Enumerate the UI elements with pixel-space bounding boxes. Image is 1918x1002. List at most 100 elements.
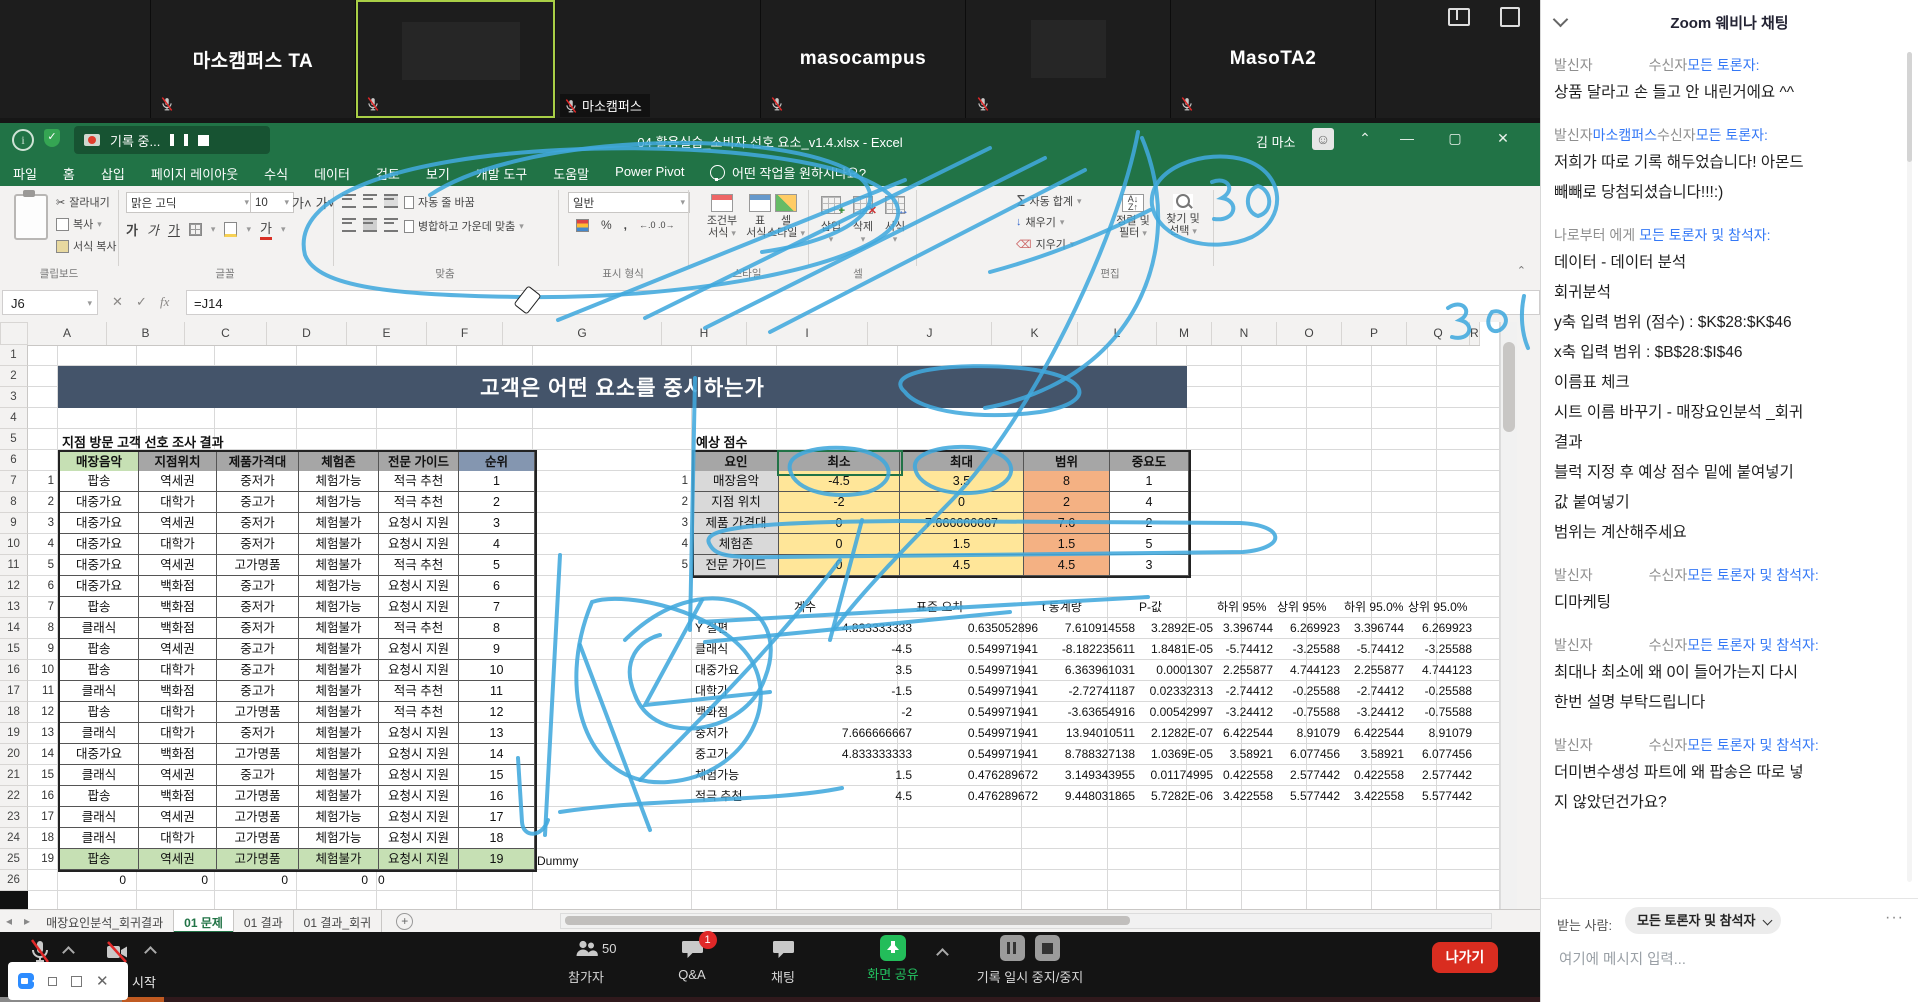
row-index: 13: [28, 723, 54, 744]
sheet-nav-left-icon[interactable]: ◂: [0, 910, 18, 933]
sheet-tab[interactable]: 01 결과: [234, 910, 294, 933]
copy-button[interactable]: 복사 ▾: [56, 216, 102, 232]
camera-options-caret[interactable]: [144, 946, 157, 959]
horizontal-scrollbar[interactable]: [560, 913, 1492, 929]
fill-button[interactable]: ↓채우기▾: [1016, 214, 1064, 230]
row-index: 6: [28, 576, 54, 597]
cut-button[interactable]: ✂잘라내기: [56, 194, 110, 210]
enter-icon[interactable]: ✓: [136, 294, 147, 310]
cell: 0.01174995: [1135, 765, 1213, 786]
tellme-box[interactable]: 어떤 작업을 원하시나요?: [700, 158, 876, 186]
sheet-tab[interactable]: 01 결과_회귀: [294, 910, 383, 933]
find-select-button[interactable]: 찾기 및 선택 ▾: [1158, 194, 1208, 237]
fx-icon[interactable]: fx: [160, 294, 169, 310]
close-icon[interactable]: ✕: [96, 972, 109, 990]
screen-share-button[interactable]: 화면 공유: [858, 935, 928, 983]
font-size-select[interactable]: 10▾: [250, 192, 294, 213]
chat-message[interactable]: 발신자마소캠퍼스수신자모든 토론자: 저희가 따로 기록 해두었습니다! 아몬드…: [1554, 122, 1902, 208]
number-format-select[interactable]: 일반▾: [568, 192, 690, 213]
video-tile-masocampus-ta[interactable]: 마소캠퍼스 TA: [151, 0, 356, 118]
chat-message[interactable]: 발신자수신자모든 토론자: 상품 달라고 손 들고 안 내린거에요 ^^: [1554, 52, 1902, 108]
paste-button[interactable]: [14, 194, 48, 240]
video-tile-empty-2[interactable]: [966, 0, 1171, 118]
chat-message[interactable]: 발신자수신자모든 토론자 및 참석자: 최대나 최소에 왜 0이 들어가는지 다…: [1554, 632, 1902, 718]
row-headers[interactable]: 1234567891011121314151617181920212223242…: [0, 345, 28, 891]
ribbon-tab[interactable]: Power Pivot: [602, 158, 697, 186]
column-headers[interactable]: ABCDEFGHIJKLMNOPQR: [28, 322, 1480, 346]
vertical-scrollbar[interactable]: [1500, 322, 1518, 909]
chat-message[interactable]: 발신자수신자모든 토론자 및 참석자: 더미변수생성 파트에 왜 팝송은 따로 …: [1554, 732, 1902, 818]
vertical-align-buttons[interactable]: [342, 194, 398, 208]
preference-table-body[interactable]: 팝송역세권중저가체험가능적극 추천1대중가요대학가중고가체험가능적극 추천2대중…: [58, 471, 537, 872]
grow-font-button[interactable]: 가˄가˅: [292, 193, 335, 212]
cell-styles-button[interactable]: 셀 스타일 ▾: [758, 194, 814, 239]
number-format-buttons[interactable]: %,←.0 .0→: [576, 218, 675, 232]
close-button[interactable]: ✕: [1488, 130, 1518, 147]
ribbon-tab[interactable]: 홈: [50, 158, 88, 186]
floating-mini-window[interactable]: ✕: [8, 962, 128, 1000]
chat-message-input[interactable]: [1557, 951, 1891, 969]
delete-cells-button[interactable]: ✕삭제▾: [846, 196, 880, 245]
qa-button[interactable]: 1 Q&A: [666, 937, 718, 982]
restore-icon[interactable]: [71, 976, 82, 987]
ribbon-tab[interactable]: 데이터: [301, 158, 363, 186]
recording-controls[interactable]: 기록 일시 중지/중지: [955, 935, 1105, 986]
minimize-button[interactable]: —: [1392, 130, 1422, 146]
avatar[interactable]: ☺: [1312, 128, 1334, 150]
ribbon-tab[interactable]: 수식: [251, 158, 301, 186]
autosum-button[interactable]: Σ자동 합계▾: [1016, 192, 1082, 210]
chat-scrollbar[interactable]: [1907, 52, 1912, 882]
video-placeholder-box: [1031, 20, 1106, 78]
font-name-select[interactable]: 맑은 고딕▾: [126, 192, 254, 213]
sheet-tab-active[interactable]: 01 문제: [174, 910, 234, 933]
score-table-body[interactable]: 매장음악-4.53.581지점 위치-2024제품 가격대07.66666666…: [692, 471, 1191, 578]
video-tile-masota2[interactable]: MasoTA2: [1171, 0, 1376, 118]
video-tile-empty[interactable]: [0, 0, 151, 118]
video-tile-active-speaker[interactable]: [356, 0, 555, 118]
font-style-buttons[interactable]: 가가가 ▾ ▾ 가▾: [126, 218, 285, 240]
more-options-icon[interactable]: ···: [1885, 909, 1904, 927]
account-name[interactable]: 김 마소: [1256, 132, 1296, 151]
pause-recording-button[interactable]: [1000, 935, 1025, 961]
stop-recording-button[interactable]: [1035, 935, 1060, 961]
insert-cells-button[interactable]: +삽입▾: [814, 196, 848, 245]
sheet-nav-right-icon[interactable]: ▸: [18, 910, 36, 933]
ribbon-tab[interactable]: 개발 도구: [463, 158, 540, 186]
share-options-caret[interactable]: [936, 948, 949, 961]
formula-input[interactable]: =J14: [186, 290, 1540, 315]
wrap-text-button[interactable]: 자동 줄 바꿈: [404, 194, 475, 210]
horizontal-align-buttons[interactable]: [342, 218, 398, 232]
ribbon-tab[interactable]: 페이지 레이아웃: [138, 158, 251, 186]
new-sheet-icon[interactable]: +: [396, 913, 413, 930]
mic-muted-icon[interactable]: [28, 938, 52, 964]
clear-button[interactable]: ⌫지우기▾: [1016, 236, 1074, 252]
ribbon-tab[interactable]: 검토: [363, 158, 413, 186]
ribbon-tab[interactable]: 도움말: [540, 158, 602, 186]
chat-button[interactable]: 채팅: [758, 937, 808, 986]
chat-message[interactable]: 나로부터 에게 모든 토론자 및 참석자: 데이터 - 데이터 분석 회귀분석 …: [1554, 222, 1902, 548]
mic-options-caret[interactable]: [62, 946, 75, 959]
recipient-dropdown[interactable]: 모든 토론자 및 참석자: [1625, 907, 1781, 934]
format-cells-button[interactable]: ↔서식▾: [878, 196, 912, 245]
camera-off-icon[interactable]: [104, 940, 130, 964]
collapse-ribbon-icon[interactable]: ⌃: [1517, 264, 1526, 277]
ribbon-tab[interactable]: 파일: [0, 158, 50, 186]
participants-button[interactable]: 50 참가자: [556, 937, 616, 986]
ribbon-tab[interactable]: 삽입: [88, 158, 138, 186]
chat-message[interactable]: 발신자수신자모든 토론자 및 참석자: 디마케팅: [1554, 562, 1902, 618]
cell: 3.2892E-05: [1135, 618, 1213, 639]
ribbon-display-options-icon[interactable]: ⌃: [1350, 130, 1380, 147]
sheet-tab[interactable]: 매장요인분석_회귀결과: [36, 910, 174, 933]
ribbon-tab[interactable]: 보기: [413, 158, 463, 186]
video-tile-masocampus[interactable]: masocampus: [761, 0, 966, 118]
maximize-button[interactable]: ▢: [1440, 130, 1470, 147]
fullscreen-icon[interactable]: [1500, 7, 1520, 27]
format-painter-button[interactable]: 서식 복사: [56, 238, 117, 254]
gallery-view-icon[interactable]: [1448, 8, 1470, 26]
sort-filter-button[interactable]: A↓Z↑정렬 및 필터 ▾: [1108, 194, 1158, 239]
leave-button[interactable]: 나가기: [1432, 942, 1498, 973]
cancel-icon[interactable]: ✕: [112, 294, 123, 310]
select-all-corner[interactable]: [0, 322, 28, 345]
name-box[interactable]: J6▾: [2, 290, 98, 315]
merge-center-button[interactable]: 병합하고 가운데 맞춤▾: [404, 218, 524, 234]
